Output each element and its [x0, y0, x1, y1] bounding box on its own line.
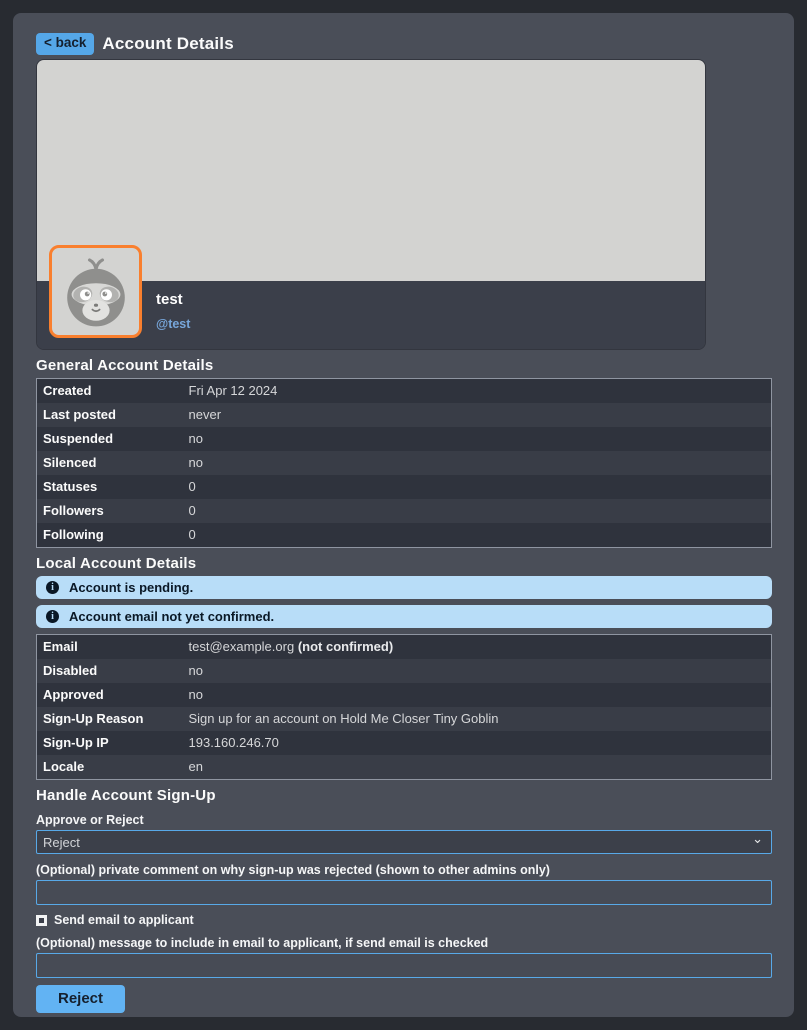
row-label: Email: [37, 635, 187, 660]
row-value: Sign up for an account on Hold Me Closer…: [187, 707, 772, 731]
row-value: no: [187, 451, 772, 475]
notice-banner: Account email not yet confirmed.: [36, 605, 772, 628]
row-label: Followers: [37, 499, 187, 523]
row-value: Fri Apr 12 2024: [187, 379, 772, 404]
avatar: [49, 245, 142, 338]
row-label: Sign-Up IP: [37, 731, 187, 755]
profile-card: test @test: [36, 59, 706, 350]
row-value: 0: [187, 523, 772, 548]
row-label: Silenced: [37, 451, 187, 475]
notice-text: Account email not yet confirmed.: [69, 609, 274, 624]
table-row: Last posted never: [37, 403, 772, 427]
approve-reject-select-wrap: Reject ⌄: [36, 830, 772, 854]
table-row: Statuses 0: [37, 475, 772, 499]
row-label: Locale: [37, 755, 187, 780]
row-label: Created: [37, 379, 187, 404]
send-email-checkbox[interactable]: [36, 915, 47, 926]
row-value: test@example.org (not confirmed): [187, 635, 772, 660]
general-details-table: Created Fri Apr 12 2024 Last posted neve…: [36, 378, 772, 548]
table-row: Silenced no: [37, 451, 772, 475]
reject-submit-button[interactable]: Reject: [36, 985, 125, 1013]
row-value: 193.160.246.70: [187, 731, 772, 755]
approve-reject-label: Approve or Reject: [36, 813, 772, 827]
back-button[interactable]: < back: [36, 33, 94, 55]
row-label: Disabled: [37, 659, 187, 683]
row-value: 0: [187, 475, 772, 499]
approve-reject-select[interactable]: Reject: [36, 830, 772, 854]
table-row: Approved no: [37, 683, 772, 707]
profile-name-block: test @test: [156, 291, 190, 331]
table-row: Email test@example.org (not confirmed): [37, 635, 772, 660]
row-label: Statuses: [37, 475, 187, 499]
row-value: 0: [187, 499, 772, 523]
table-row: Sign-Up Reason Sign up for an account on…: [37, 707, 772, 731]
table-row: Disabled no: [37, 659, 772, 683]
email-message-input[interactable]: [36, 953, 772, 978]
private-comment-label: (Optional) private comment on why sign-u…: [36, 863, 772, 877]
page-title: Account Details: [102, 34, 233, 54]
private-comment-input[interactable]: [36, 880, 772, 905]
display-name: test: [156, 291, 190, 308]
table-row: Sign-Up IP 193.160.246.70: [37, 731, 772, 755]
account-handle: @test: [156, 317, 190, 331]
row-label: Suspended: [37, 427, 187, 451]
row-label: Following: [37, 523, 187, 548]
row-value: no: [187, 427, 772, 451]
email-message-label: (Optional) message to include in email t…: [36, 936, 772, 950]
table-row: Suspended no: [37, 427, 772, 451]
table-row: Followers 0: [37, 499, 772, 523]
table-row: Created Fri Apr 12 2024: [37, 379, 772, 404]
account-details-panel: < back Account Details: [13, 13, 794, 1017]
local-section-title: Local Account Details: [36, 555, 772, 572]
local-details-table: Email test@example.org (not confirmed) D…: [36, 634, 772, 780]
notice-banner: Account is pending.: [36, 576, 772, 599]
row-value: never: [187, 403, 772, 427]
row-label: Sign-Up Reason: [37, 707, 187, 731]
send-email-row[interactable]: Send email to applicant: [36, 913, 194, 927]
row-label: Approved: [37, 683, 187, 707]
row-label: Last posted: [37, 403, 187, 427]
row-value: en: [187, 755, 772, 780]
sloth-mascot-icon: [56, 252, 136, 332]
row-value: no: [187, 659, 772, 683]
table-row: Locale en: [37, 755, 772, 780]
page-header: < back Account Details: [36, 33, 772, 55]
general-section-title: General Account Details: [36, 357, 772, 374]
info-icon: [46, 610, 59, 623]
row-value: no: [187, 683, 772, 707]
info-icon: [46, 581, 59, 594]
send-email-label: Send email to applicant: [54, 913, 194, 927]
signup-section-title: Handle Account Sign-Up: [36, 787, 772, 804]
table-row: Following 0: [37, 523, 772, 548]
notice-text: Account is pending.: [69, 580, 193, 595]
